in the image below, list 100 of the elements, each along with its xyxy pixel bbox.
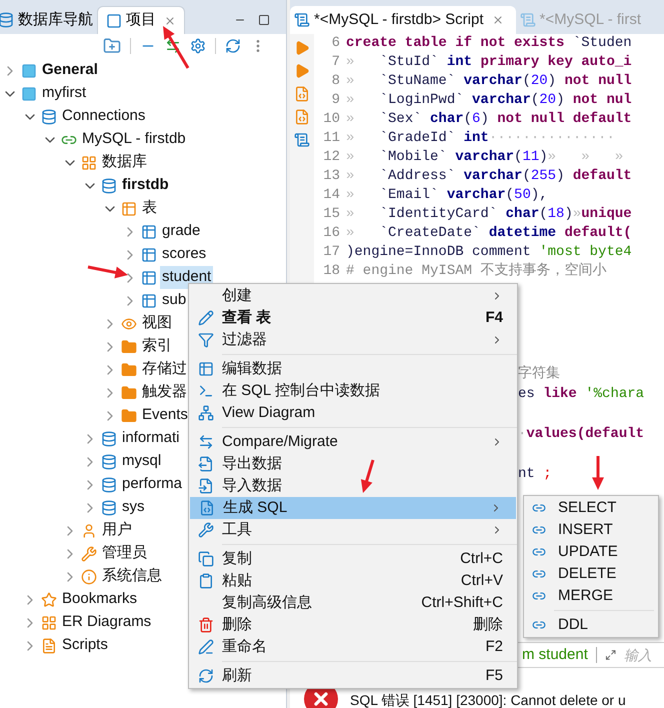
close-icon[interactable] bbox=[492, 14, 504, 26]
tree-item[interactable]: 触发器 bbox=[140, 381, 189, 404]
table-icon bbox=[141, 246, 157, 262]
pencil-icon bbox=[198, 310, 214, 326]
tree-item[interactable]: scores bbox=[160, 243, 208, 266]
database-icon bbox=[101, 178, 117, 194]
tree-item[interactable]: myfirst bbox=[40, 82, 88, 105]
menu-item[interactable]: DDL bbox=[524, 614, 658, 636]
table-edit-icon bbox=[198, 361, 214, 377]
code-line: 字符集 bbox=[518, 364, 560, 384]
menu-label: 导出数据 bbox=[222, 454, 282, 474]
refresh-icon bbox=[198, 668, 214, 684]
run-new-tab-icon[interactable] bbox=[294, 63, 310, 79]
clipboard-icon bbox=[198, 573, 214, 589]
menu-item[interactable]: SELECT bbox=[524, 497, 658, 519]
tree-item[interactable]: performa bbox=[120, 473, 184, 496]
tree-item[interactable]: 存储过 bbox=[140, 358, 189, 381]
panel-tab[interactable]: 项目 bbox=[97, 6, 185, 34]
line-number: 14 bbox=[322, 186, 341, 205]
menu-item[interactable]: 导出数据 bbox=[189, 453, 517, 475]
editor-tab[interactable]: *<MySQL - firstdb> Script bbox=[290, 6, 516, 34]
tree-item[interactable]: 表 bbox=[140, 197, 159, 220]
code-line: » `IdentityCard` char(18)»unique bbox=[346, 205, 632, 224]
explain-icon[interactable] bbox=[294, 132, 310, 148]
menu-item[interactable]: 复制 Ctrl+C bbox=[189, 548, 517, 570]
tree-item[interactable]: General bbox=[40, 59, 100, 82]
tools-icon bbox=[198, 522, 214, 538]
menu-item[interactable]: INSERT bbox=[524, 519, 658, 541]
line-number: 10 bbox=[322, 110, 341, 129]
tree-item[interactable]: Connections bbox=[60, 105, 148, 128]
shortcut-label: 删除 bbox=[473, 614, 503, 635]
tree-item[interactable]: grade bbox=[160, 220, 202, 243]
tree-item[interactable]: 系统信息 bbox=[100, 565, 164, 588]
diagram-icon bbox=[198, 405, 214, 421]
menu-item[interactable]: 工具 bbox=[189, 519, 517, 541]
menu-item[interactable]: 删除 删除 bbox=[189, 614, 517, 636]
menu-item[interactable]: 粘贴 Ctrl+V bbox=[189, 570, 517, 592]
tree-item[interactable]: firstdb bbox=[120, 174, 171, 197]
code-line: nt ; bbox=[518, 464, 552, 484]
line-number: 17 bbox=[322, 243, 341, 262]
menu-label: 重命名 bbox=[222, 636, 267, 657]
tree-item[interactable]: 索引 bbox=[140, 335, 174, 358]
sql-file-icon bbox=[198, 500, 214, 516]
shortcut-label: F4 bbox=[485, 308, 503, 328]
link-icon[interactable] bbox=[165, 38, 181, 54]
menu-item[interactable]: 过滤器 bbox=[189, 329, 517, 351]
menu-item[interactable]: DELETE bbox=[524, 563, 658, 585]
close-icon[interactable] bbox=[164, 14, 176, 26]
menu-item[interactable]: 刷新 F5 bbox=[189, 665, 517, 687]
menu-item[interactable]: Compare/Migrate bbox=[189, 431, 517, 453]
tree-item[interactable]: Scripts bbox=[60, 634, 110, 657]
sync-icon[interactable] bbox=[225, 38, 241, 54]
tree-item[interactable]: Events bbox=[140, 404, 190, 427]
menu-item[interactable]: 编辑数据 bbox=[189, 358, 517, 380]
wrench-icon bbox=[81, 546, 97, 562]
settings-icon[interactable] bbox=[190, 38, 206, 54]
new-folder-icon[interactable] bbox=[103, 37, 121, 55]
tree-item[interactable]: 视图 bbox=[140, 312, 174, 335]
tree-item[interactable]: 数据库 bbox=[100, 151, 149, 174]
filter-text: m student bbox=[522, 644, 588, 665]
tree-item[interactable]: MySQL - firstdb bbox=[80, 128, 188, 151]
menu-item[interactable]: MERGE bbox=[524, 585, 658, 607]
run-icon[interactable] bbox=[294, 40, 310, 56]
tree-item[interactable]: sys bbox=[120, 496, 146, 519]
tree-item[interactable]: sub bbox=[160, 289, 188, 312]
menu-item[interactable]: 在 SQL 控制台中读数据 bbox=[189, 380, 517, 402]
tree-item[interactable]: Bookmarks bbox=[60, 588, 140, 611]
tree-item[interactable]: 管理员 bbox=[100, 542, 149, 565]
maximize-icon[interactable] bbox=[258, 14, 270, 26]
script-icon bbox=[41, 638, 57, 654]
shortcut-label: F5 bbox=[485, 666, 503, 686]
tree-item[interactable]: informati bbox=[120, 427, 182, 450]
menu-item[interactable]: View Diagram bbox=[189, 402, 517, 424]
tree-item[interactable]: ER Diagrams bbox=[60, 611, 154, 634]
expand-icon[interactable] bbox=[604, 647, 616, 663]
menu-item[interactable]: 复制高级信息 Ctrl+Shift+C bbox=[189, 592, 517, 614]
tree-item[interactable]: 用户 bbox=[100, 519, 134, 542]
menu-item[interactable]: 导入数据 bbox=[189, 475, 517, 497]
menu-item[interactable]: 生成 SQL bbox=[190, 497, 516, 519]
filter-field[interactable]: 输入 bbox=[624, 644, 664, 666]
user-icon bbox=[81, 522, 97, 538]
code-line: » `Mobile` varchar(11)» » » bbox=[346, 148, 624, 167]
tree-item[interactable]: mysql bbox=[120, 450, 164, 473]
menu-label: 粘贴 bbox=[222, 570, 252, 591]
menu-item[interactable]: UPDATE bbox=[524, 541, 658, 563]
line-number: 13 bbox=[322, 167, 341, 186]
project-icon bbox=[106, 12, 122, 28]
copy-icon bbox=[198, 551, 214, 567]
line-number: 7 bbox=[330, 53, 341, 72]
menu-item[interactable]: 重命名 F2 bbox=[189, 636, 517, 658]
table-folder-icon bbox=[121, 200, 137, 216]
eye-icon bbox=[121, 316, 137, 332]
run-script-icon[interactable] bbox=[294, 86, 310, 102]
menu-label: 生成 SQL bbox=[223, 498, 288, 518]
menu-item[interactable]: 查看 表 F4 bbox=[189, 307, 517, 329]
code-line: )engine=InnoDB comment 'most byte4 bbox=[346, 243, 632, 262]
run-script-new-icon[interactable] bbox=[294, 109, 310, 125]
shortcut-label: Ctrl+Shift+C bbox=[421, 592, 503, 613]
import-icon bbox=[198, 478, 214, 494]
code-line: create table if not exists `Studen bbox=[346, 34, 632, 53]
